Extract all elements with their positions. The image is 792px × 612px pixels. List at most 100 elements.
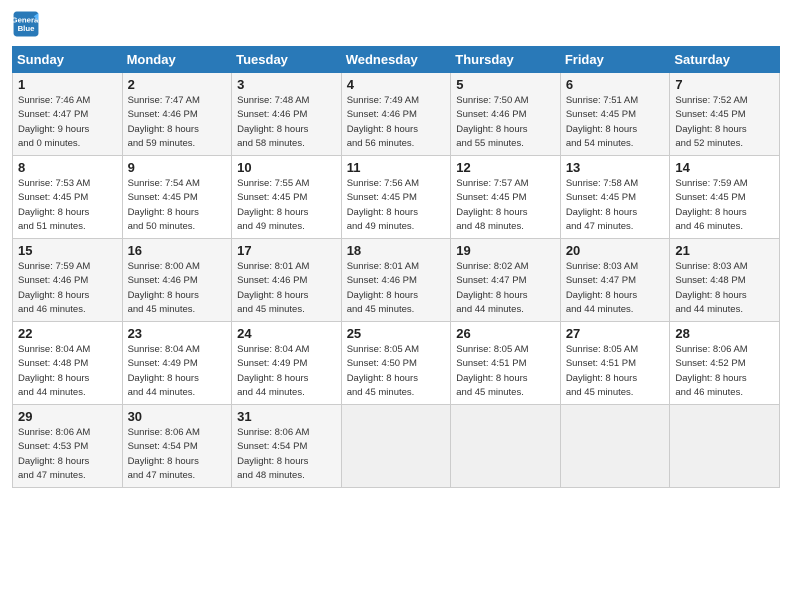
day-info: Sunrise: 8:03 AMSunset: 4:48 PMDaylight:… (675, 260, 774, 317)
col-header-wednesday: Wednesday (341, 47, 451, 73)
day-number: 23 (128, 326, 227, 341)
day-number: 25 (347, 326, 446, 341)
calendar-cell: 15 Sunrise: 7:59 AMSunset: 4:46 PMDayligh… (13, 239, 123, 322)
day-info: Sunrise: 7:52 AMSunset: 4:45 PMDaylight:… (675, 94, 774, 151)
calendar-cell: 7 Sunrise: 7:52 AMSunset: 4:45 PMDaylight… (670, 73, 780, 156)
day-info: Sunrise: 8:06 AMSunset: 4:52 PMDaylight:… (675, 343, 774, 400)
day-info: Sunrise: 7:59 AMSunset: 4:46 PMDaylight:… (18, 260, 117, 317)
day-info: Sunrise: 7:48 AMSunset: 4:46 PMDaylight:… (237, 94, 336, 151)
day-number: 7 (675, 77, 774, 92)
calendar-cell: 18 Sunrise: 8:01 AMSunset: 4:46 PMDayligh… (341, 239, 451, 322)
calendar-cell (451, 405, 561, 488)
day-number: 2 (128, 77, 227, 92)
day-number: 11 (347, 160, 446, 175)
calendar-week-2: 8Sunrise: 7:53 AMSunset: 4:45 PMDaylight… (13, 156, 780, 239)
day-number: 16 (128, 243, 227, 258)
col-header-tuesday: Tuesday (232, 47, 342, 73)
day-info: Sunrise: 7:56 AMSunset: 4:45 PMDaylight:… (347, 177, 446, 234)
calendar-cell: 20Sunrise: 8:03 AMSunset: 4:47 PMDayligh… (560, 239, 670, 322)
day-info: Sunrise: 8:06 AMSunset: 4:54 PMDaylight:… (128, 426, 227, 483)
logo-icon: General Blue (12, 10, 40, 38)
calendar-cell: 8Sunrise: 7:53 AMSunset: 4:45 PMDaylight… (13, 156, 123, 239)
calendar-cell: 14 Sunrise: 7:59 AMSunset: 4:45 PMDayligh… (670, 156, 780, 239)
calendar-cell (341, 405, 451, 488)
page-header: General Blue (12, 10, 780, 38)
day-number: 4 (347, 77, 446, 92)
day-number: 15 (18, 243, 117, 258)
day-number: 21 (675, 243, 774, 258)
day-info: Sunrise: 7:58 AMSunset: 4:45 PMDaylight:… (566, 177, 665, 234)
day-info: Sunrise: 8:02 AMSunset: 4:47 PMDaylight:… (456, 260, 555, 317)
day-number: 22 (18, 326, 117, 341)
calendar-cell: 19 Sunrise: 8:02 AMSunset: 4:47 PMDayligh… (451, 239, 561, 322)
day-number: 27 (566, 326, 665, 341)
day-number: 30 (128, 409, 227, 424)
calendar-cell: 28Sunrise: 8:06 AMSunset: 4:52 PMDayligh… (670, 322, 780, 405)
day-info: Sunrise: 7:59 AMSunset: 4:45 PMDaylight:… (675, 177, 774, 234)
calendar-cell: 5 Sunrise: 7:50 AMSunset: 4:46 PMDaylight… (451, 73, 561, 156)
calendar-cell: 6Sunrise: 7:51 AMSunset: 4:45 PMDaylight… (560, 73, 670, 156)
day-info: Sunrise: 8:05 AMSunset: 4:50 PMDaylight:… (347, 343, 446, 400)
day-info: Sunrise: 8:04 AMSunset: 4:48 PMDaylight:… (18, 343, 117, 400)
day-number: 12 (456, 160, 555, 175)
day-number: 5 (456, 77, 555, 92)
day-info: Sunrise: 7:51 AMSunset: 4:45 PMDaylight:… (566, 94, 665, 151)
calendar-week-5: 29 Sunrise: 8:06 AMSunset: 4:53 PMDayligh… (13, 405, 780, 488)
calendar-cell: 31 Sunrise: 8:06 AMSunset: 4:54 PMDayligh… (232, 405, 342, 488)
calendar-cell: 24Sunrise: 8:04 AMSunset: 4:49 PMDayligh… (232, 322, 342, 405)
calendar-week-1: 1 Sunrise: 7:46 AMSunset: 4:47 PMDaylight… (13, 73, 780, 156)
day-info: Sunrise: 8:06 AMSunset: 4:53 PMDaylight:… (18, 426, 117, 483)
calendar-cell: 23 Sunrise: 8:04 AMSunset: 4:49 PMDayligh… (122, 322, 232, 405)
calendar-cell: 30 Sunrise: 8:06 AMSunset: 4:54 PMDayligh… (122, 405, 232, 488)
calendar-cell: 1 Sunrise: 7:46 AMSunset: 4:47 PMDaylight… (13, 73, 123, 156)
day-info: Sunrise: 8:01 AMSunset: 4:46 PMDaylight:… (237, 260, 336, 317)
calendar-table: SundayMondayTuesdayWednesdayThursdayFrid… (12, 46, 780, 488)
calendar-cell: 22 Sunrise: 8:04 AMSunset: 4:48 PMDayligh… (13, 322, 123, 405)
day-number: 14 (675, 160, 774, 175)
calendar-cell: 25 Sunrise: 8:05 AMSunset: 4:50 PMDayligh… (341, 322, 451, 405)
day-info: Sunrise: 8:06 AMSunset: 4:54 PMDaylight:… (237, 426, 336, 483)
day-info: Sunrise: 7:50 AMSunset: 4:46 PMDaylight:… (456, 94, 555, 151)
day-info: Sunrise: 7:47 AMSunset: 4:46 PMDaylight:… (128, 94, 227, 151)
calendar-week-3: 15 Sunrise: 7:59 AMSunset: 4:46 PMDayligh… (13, 239, 780, 322)
day-info: Sunrise: 7:53 AMSunset: 4:45 PMDaylight:… (18, 177, 117, 234)
col-header-saturday: Saturday (670, 47, 780, 73)
day-number: 17 (237, 243, 336, 258)
day-info: Sunrise: 7:54 AMSunset: 4:45 PMDaylight:… (128, 177, 227, 234)
calendar-cell: 9 Sunrise: 7:54 AMSunset: 4:45 PMDaylight… (122, 156, 232, 239)
calendar-cell: 10 Sunrise: 7:55 AMSunset: 4:45 PMDayligh… (232, 156, 342, 239)
day-number: 1 (18, 77, 117, 92)
day-info: Sunrise: 7:55 AMSunset: 4:45 PMDaylight:… (237, 177, 336, 234)
day-number: 13 (566, 160, 665, 175)
day-info: Sunrise: 8:05 AMSunset: 4:51 PMDaylight:… (566, 343, 665, 400)
day-number: 19 (456, 243, 555, 258)
day-number: 18 (347, 243, 446, 258)
col-header-thursday: Thursday (451, 47, 561, 73)
calendar-cell (560, 405, 670, 488)
day-info: Sunrise: 8:00 AMSunset: 4:46 PMDaylight:… (128, 260, 227, 317)
day-info: Sunrise: 8:04 AMSunset: 4:49 PMDaylight:… (237, 343, 336, 400)
day-info: Sunrise: 8:04 AMSunset: 4:49 PMDaylight:… (128, 343, 227, 400)
calendar-cell: 16 Sunrise: 8:00 AMSunset: 4:46 PMDayligh… (122, 239, 232, 322)
day-number: 31 (237, 409, 336, 424)
calendar-cell: 11 Sunrise: 7:56 AMSunset: 4:45 PMDayligh… (341, 156, 451, 239)
day-number: 26 (456, 326, 555, 341)
calendar-cell: 2 Sunrise: 7:47 AMSunset: 4:46 PMDaylight… (122, 73, 232, 156)
day-number: 9 (128, 160, 227, 175)
day-info: Sunrise: 8:05 AMSunset: 4:51 PMDaylight:… (456, 343, 555, 400)
day-number: 10 (237, 160, 336, 175)
day-info: Sunrise: 7:46 AMSunset: 4:47 PMDaylight:… (18, 94, 117, 151)
day-number: 20 (566, 243, 665, 258)
header-row: SundayMondayTuesdayWednesdayThursdayFrid… (13, 47, 780, 73)
day-number: 29 (18, 409, 117, 424)
calendar-cell: 29 Sunrise: 8:06 AMSunset: 4:53 PMDayligh… (13, 405, 123, 488)
day-number: 3 (237, 77, 336, 92)
day-info: Sunrise: 8:01 AMSunset: 4:46 PMDaylight:… (347, 260, 446, 317)
calendar-cell (670, 405, 780, 488)
day-info: Sunrise: 7:49 AMSunset: 4:46 PMDaylight:… (347, 94, 446, 151)
calendar-week-4: 22 Sunrise: 8:04 AMSunset: 4:48 PMDayligh… (13, 322, 780, 405)
calendar-cell: 13 Sunrise: 7:58 AMSunset: 4:45 PMDayligh… (560, 156, 670, 239)
logo: General Blue (12, 10, 40, 38)
svg-text:Blue: Blue (18, 24, 36, 33)
calendar-cell: 17 Sunrise: 8:01 AMSunset: 4:46 PMDayligh… (232, 239, 342, 322)
